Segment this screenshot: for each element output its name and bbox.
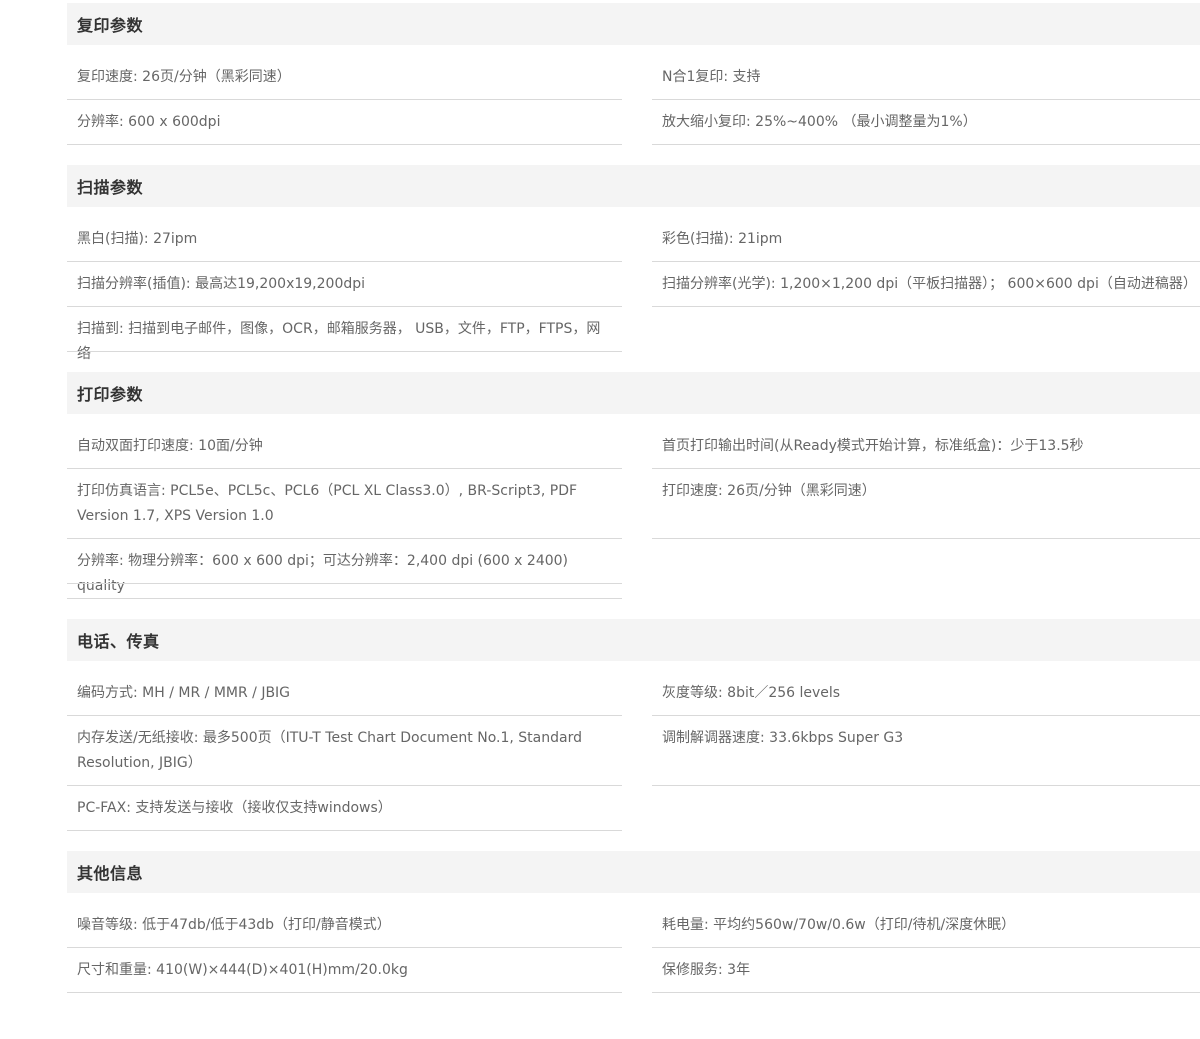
spec-item: 自动双面打印速度: 10面/分钟 (77, 438, 263, 454)
divider (67, 583, 622, 584)
divider (67, 715, 622, 716)
spec-item: 复印速度: 26页/分钟（黑彩同速） (77, 69, 291, 85)
spec-item: 扫描分辨率(插值): 最高达19,200x19,200dpi (77, 276, 366, 292)
divider (652, 785, 1200, 786)
spec-item: 编码方式: MH / MR / MMR / JBIG (77, 685, 291, 701)
spec-item: 彩色(扫描): 21ipm (662, 231, 783, 247)
divider (67, 468, 622, 469)
divider (652, 144, 1200, 145)
divider (67, 785, 622, 786)
spec-item: N合1复印: 支持 (662, 69, 761, 85)
divider (652, 538, 1200, 539)
section-header-print: 打印参数 (67, 372, 1200, 414)
spec-item: 放大缩小复印: 25%~400% （最小调整量为1%） (662, 114, 977, 130)
section-header-copy: 复印参数 (67, 3, 1200, 45)
section-header-other: 其他信息 (67, 851, 1200, 893)
divider (67, 351, 622, 352)
divider (652, 306, 1200, 307)
divider (67, 99, 622, 100)
section-title: 复印参数 (77, 16, 144, 35)
divider (67, 306, 622, 307)
divider (67, 947, 622, 948)
spec-item: 打印速度: 26页/分钟（黑彩同速） (662, 483, 876, 499)
section-header-fax: 电话、传真 (67, 619, 1200, 661)
section-title: 扫描参数 (77, 178, 144, 197)
spec-item: 打印仿真语言: PCL5e、PCL5c、PCL6（PCL XL Class3.0… (77, 483, 578, 524)
divider (652, 992, 1200, 993)
spec-item: 调制解调器速度: 33.6kbps Super G3 (662, 730, 904, 746)
divider (67, 261, 622, 262)
spec-item: 内存发送/无纸接收: 最多500页（ITU-T Test Chart Docum… (77, 730, 582, 771)
section-title: 其他信息 (77, 864, 144, 883)
spec-item: 扫描到: 扫描到电子邮件，图像，OCR，邮箱服务器， USB，文件，FTP，FT… (77, 321, 601, 362)
divider (652, 261, 1200, 262)
divider (652, 947, 1200, 948)
section-title: 电话、传真 (77, 632, 160, 651)
spec-item: 分辨率: 物理分辨率：600 x 600 dpi；可达分辨率：2,400 dpi… (77, 553, 569, 594)
divider (67, 598, 622, 599)
spec-item: 扫描分辨率(光学): 1,200×1,200 dpi（平板扫描器）； 600×6… (662, 276, 1197, 292)
spec-item: 分辨率: 600 x 600dpi (77, 114, 221, 130)
divider (67, 144, 622, 145)
section-header-scan: 扫描参数 (67, 165, 1200, 207)
divider (652, 715, 1200, 716)
spec-item: PC-FAX: 支持发送与接收（接收仅支持windows） (77, 800, 392, 816)
spec-item: 灰度等级: 8bit／256 levels (662, 685, 841, 701)
spec-item: 首页打印输出时间(从Ready模式开始计算，标准纸盒)：少于13.5秒 (662, 438, 1084, 454)
divider (67, 538, 622, 539)
divider (652, 468, 1200, 469)
divider (652, 99, 1200, 100)
spec-item: 尺寸和重量: 410(W)×444(D)×401(H)mm/20.0kg (77, 962, 408, 978)
spec-item: 噪音等级: 低于47db/低于43db（打印/静音模式） (77, 917, 391, 933)
divider (67, 830, 622, 831)
section-title: 打印参数 (77, 385, 144, 404)
spec-item: 保修服务: 3年 (662, 962, 751, 978)
spec-item: 耗电量: 平均约560w/70w/0.6w（打印/待机/深度休眠） (662, 917, 1016, 933)
spec-item: 黑白(扫描): 27ipm (77, 231, 198, 247)
divider (67, 992, 622, 993)
